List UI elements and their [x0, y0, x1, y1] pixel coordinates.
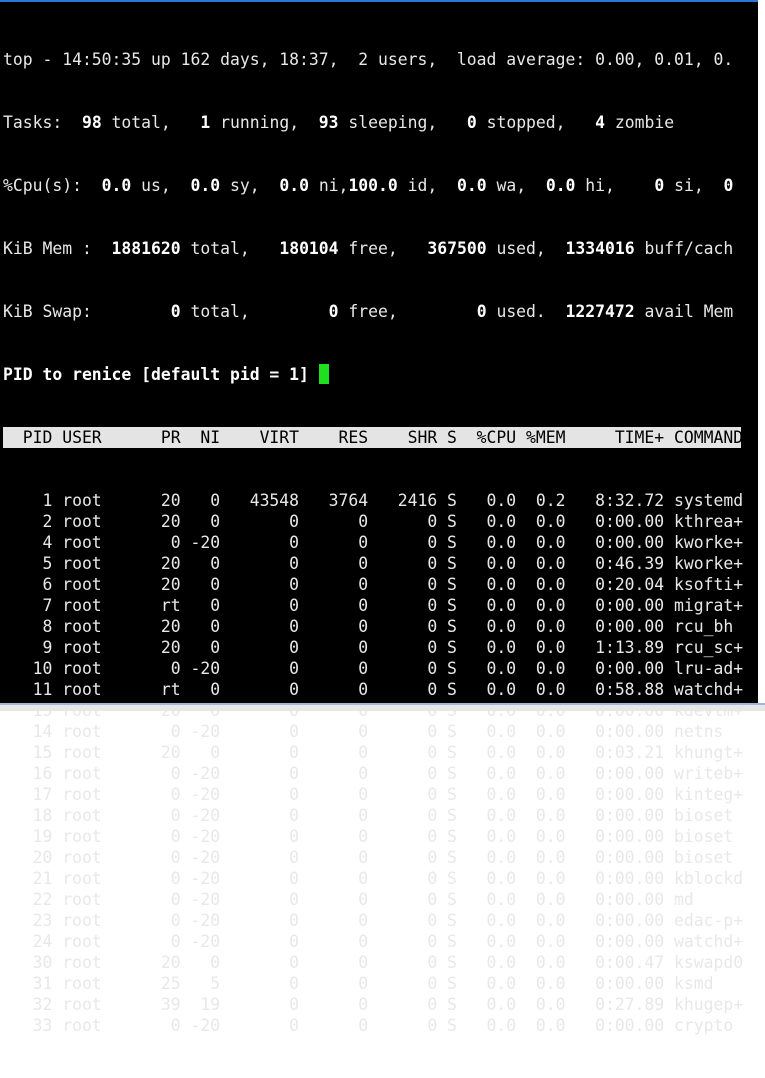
- column-header: PID USER PR NI VIRT RES SHR S %CPU %MEM …: [3, 427, 744, 448]
- process-row: 2 root 20 0 0 0 0 S 0.0 0.0 0:00.00 kthr…: [3, 512, 744, 531]
- process-row: 4 root 0 -20 0 0 0 S 0.0 0.0 0:00.00 kwo…: [3, 533, 744, 552]
- mem-line: KiB Mem : 1881620 total, 180104 free, 36…: [3, 239, 734, 258]
- tasks-stopped: 0: [447, 113, 477, 132]
- process-row: 6 root 20 0 0 0 0 S 0.0 0.0 0:20.04 ksof…: [3, 575, 744, 594]
- process-row: 8 root 20 0 0 0 0 S 0.0 0.0 0:00.00 rcu_…: [3, 617, 734, 636]
- process-list: 1 root 20 0 43548 3764 2416 S 0.0 0.2 8:…: [3, 490, 744, 1036]
- process-row: 11 root rt 0 0 0 0 S 0.0 0.0 0:58.88 wat…: [3, 680, 744, 699]
- process-row: 21 root 0 -20 0 0 0 S 0.0 0.0 0:00.00 kb…: [3, 869, 744, 888]
- process-row: 9 root 20 0 0 0 0 S 0.0 0.0 1:13.89 rcu_…: [3, 638, 744, 657]
- tasks-running: 1: [180, 113, 211, 132]
- window-bottom-edge: [0, 703, 765, 711]
- process-row: 30 root 20 0 0 0 0 S 0.0 0.0 0:00.47 ksw…: [3, 953, 744, 972]
- top-screen: top - 14:50:35 up 162 days, 18:37, 2 use…: [3, 7, 743, 1078]
- tasks-sleeping: 93: [308, 113, 339, 132]
- swap-free: 0: [259, 302, 339, 321]
- cpu-id: 100.0: [348, 176, 398, 195]
- cpu-wa: 0.0: [447, 176, 487, 195]
- process-row: 1 root 20 0 43548 3764 2416 S 0.0 0.2 8:…: [3, 491, 744, 510]
- process-row: 7 root rt 0 0 0 0 S 0.0 0.0 0:00.00 migr…: [3, 596, 744, 615]
- process-row: 18 root 0 -20 0 0 0 S 0.0 0.0 0:00.00 bi…: [3, 806, 734, 825]
- cpu-st: 0: [713, 176, 734, 195]
- process-row: 15 root 20 0 0 0 0 S 0.0 0.0 0:03.21 khu…: [3, 743, 744, 762]
- mem-buff: 1334016: [555, 239, 635, 258]
- process-row: 14 root 0 -20 0 0 0 S 0.0 0.0 0:00.00 ne…: [3, 722, 724, 741]
- process-row: 31 root 25 5 0 0 0 S 0.0 0.0 0:00.00 ksm…: [3, 974, 714, 993]
- cpu-si: 0: [624, 176, 665, 195]
- swap-used: 0: [407, 302, 487, 321]
- process-row: 24 root 0 -20 0 0 0 S 0.0 0.0 0:00.00 wa…: [3, 932, 744, 951]
- cpu-us: 0.0: [91, 176, 132, 195]
- swap-avail: 1227472: [555, 302, 635, 321]
- process-row: 10 root 0 -20 0 0 0 S 0.0 0.0 0:00.00 lr…: [3, 659, 744, 678]
- mem-total: 1881620: [101, 239, 181, 258]
- cpu-hi: 0.0: [535, 176, 576, 195]
- cpu-line: %Cpu(s): 0.0 us, 0.0 sy, 0.0 ni,100.0 id…: [3, 176, 734, 195]
- process-row: 16 root 0 -20 0 0 0 S 0.0 0.0 0:00.00 wr…: [3, 764, 744, 783]
- process-row: 5 root 20 0 0 0 0 S 0.0 0.0 0:46.39 kwor…: [3, 554, 744, 573]
- mem-free: 180104: [259, 239, 339, 258]
- cpu-ni: 0.0: [269, 176, 309, 195]
- process-row: 17 root 0 -20 0 0 0 S 0.0 0.0 0:00.00 ki…: [3, 785, 744, 804]
- terminal-cursor: [318, 364, 329, 384]
- process-row: 33 root 0 -20 0 0 0 S 0.0 0.0 0:00.00 cr…: [3, 1016, 734, 1035]
- process-row: 32 root 39 19 0 0 0 S 0.0 0.0 0:27.89 kh…: [3, 995, 744, 1014]
- terminal-window[interactable]: top - 14:50:35 up 162 days, 18:37, 2 use…: [0, 0, 758, 1035]
- tasks-zombie: 4: [575, 113, 606, 132]
- uptime-line: top - 14:50:35 up 162 days, 18:37, 2 use…: [3, 50, 734, 69]
- swap-total: 0: [101, 302, 181, 321]
- cpu-sy: 0.0: [180, 176, 221, 195]
- process-row: 22 root 0 -20 0 0 0 S 0.0 0.0 0:00.00 md: [3, 890, 694, 909]
- process-row: 19 root 0 -20 0 0 0 S 0.0 0.0 0:00.00 bi…: [3, 827, 734, 846]
- mem-used: 367500: [407, 239, 487, 258]
- renice-prompt[interactable]: PID to renice [default pid = 1]: [3, 364, 743, 385]
- tasks-line: Tasks: 98 total, 1 running, 93 sleeping,…: [3, 113, 675, 132]
- process-row: 23 root 0 -20 0 0 0 S 0.0 0.0 0:00.00 ed…: [3, 911, 744, 930]
- renice-prompt-text: PID to renice [default pid = 1]: [3, 365, 309, 384]
- swap-line: KiB Swap: 0 total, 0 free, 0 used. 12274…: [3, 302, 734, 321]
- process-row: 20 root 0 -20 0 0 0 S 0.0 0.0 0:00.00 bi…: [3, 848, 734, 867]
- tasks-total: 98: [72, 113, 102, 132]
